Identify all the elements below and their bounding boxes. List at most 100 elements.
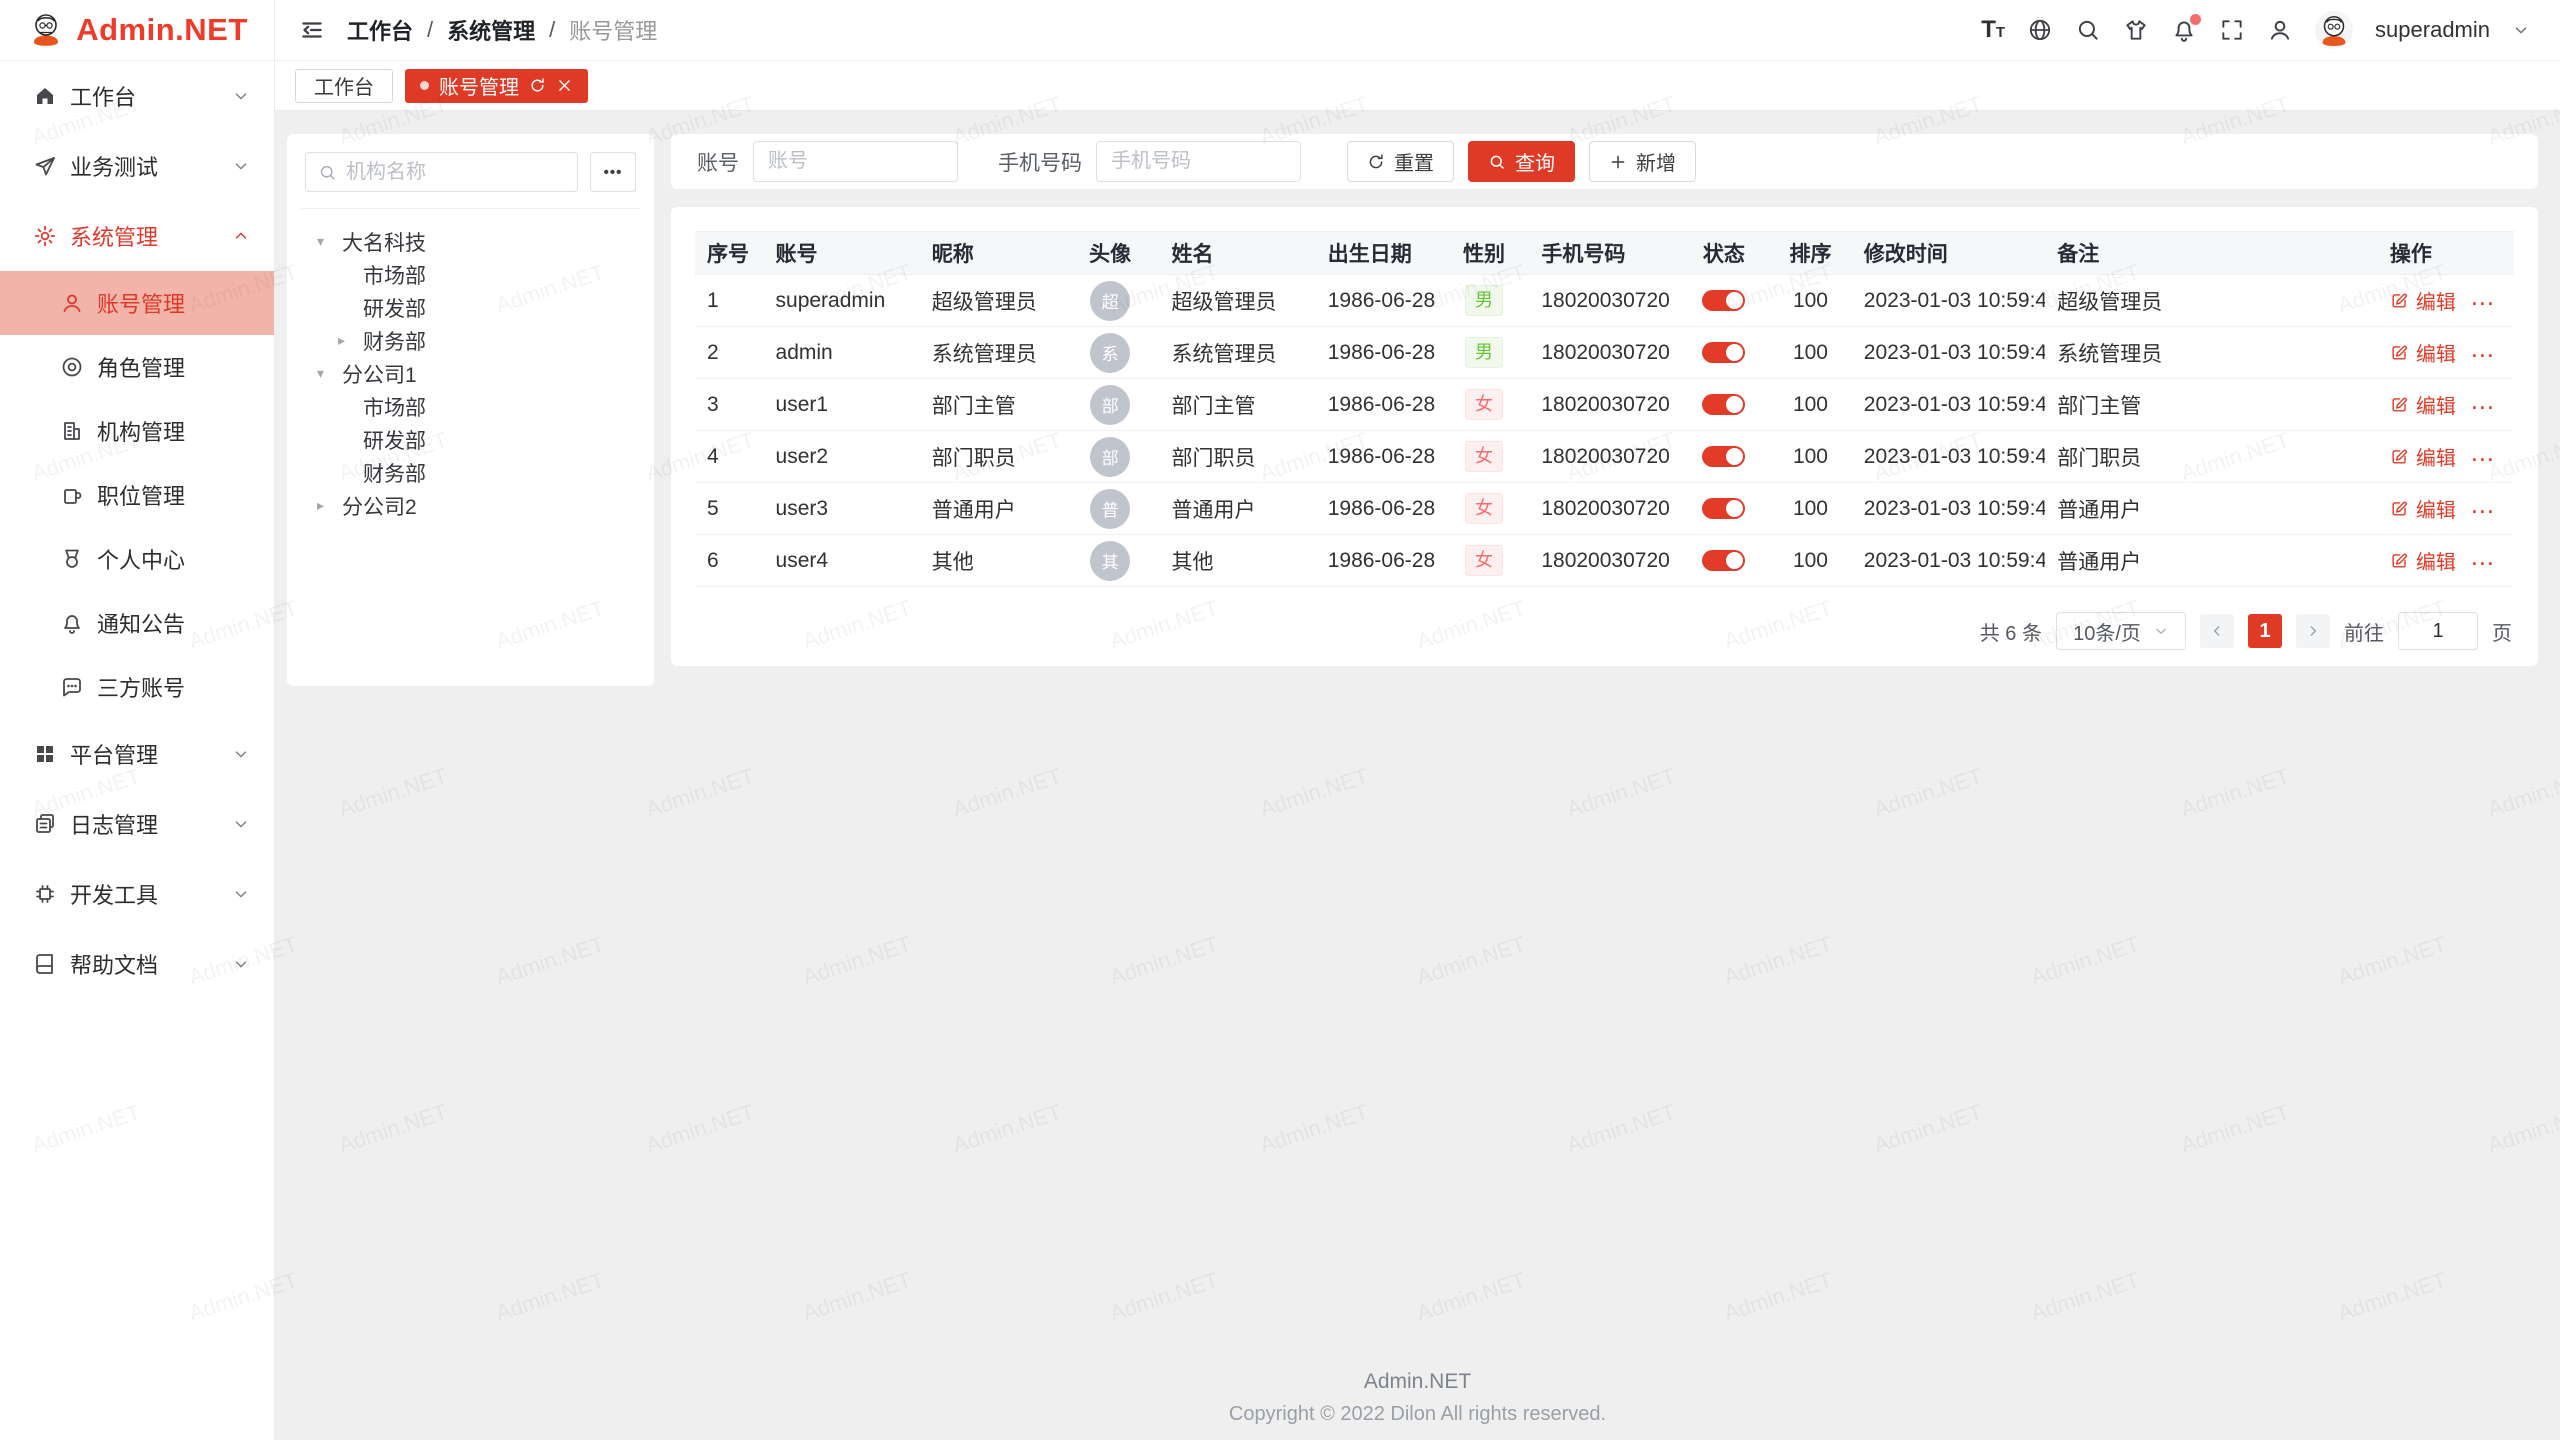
theme-icon[interactable] xyxy=(2123,17,2149,43)
sidebar-item-dev-tools[interactable]: 开发工具 xyxy=(0,859,274,929)
more-actions-button[interactable]: ··· xyxy=(2472,450,2496,470)
edit-button[interactable]: 编辑 xyxy=(2390,546,2456,575)
cell-action: 编辑 ··· xyxy=(2378,327,2514,379)
edit-button[interactable]: 编辑 xyxy=(2390,390,2456,419)
cell-action: 编辑 ··· xyxy=(2378,535,2514,587)
cell-remark: 普通用户 xyxy=(2045,535,2378,587)
caret-expanded-icon[interactable]: ▾ xyxy=(317,233,342,250)
language-icon[interactable] xyxy=(2027,17,2053,43)
tree-node[interactable]: 研发部 xyxy=(301,291,640,324)
more-actions-button[interactable]: ··· xyxy=(2472,294,2496,314)
accounts-table-panel: 序号账号昵称头像姓名出生日期性别手机号码状态排序修改时间备注操作1superad… xyxy=(671,207,2538,666)
page-size-select[interactable]: 10条/页 xyxy=(2056,612,2186,650)
status-toggle[interactable] xyxy=(1702,290,1745,311)
sidebar-item-workbench[interactable]: 工作台 xyxy=(0,61,274,131)
tab-bar: 工作台 账号管理 xyxy=(275,61,2560,111)
tab-account-mgmt[interactable]: 账号管理 xyxy=(405,69,588,103)
tree-node[interactable]: 市场部 xyxy=(301,258,640,291)
notification-icon[interactable] xyxy=(2171,17,2197,43)
edit-button[interactable]: 编辑 xyxy=(2390,494,2456,523)
tree-node[interactable]: ▾分公司1 xyxy=(301,357,640,390)
cell-birth: 1986-06-28 xyxy=(1316,483,1439,535)
fullscreen-icon[interactable] xyxy=(2219,17,2245,43)
caret-expanded-icon[interactable]: ▾ xyxy=(317,365,342,382)
position-icon xyxy=(60,483,84,507)
tree-node[interactable]: ▾大名科技 xyxy=(301,225,640,258)
gender-badge: 女 xyxy=(1465,493,1503,523)
font-size-icon[interactable]: TT xyxy=(1981,18,2005,42)
sidebar-item-profile-center[interactable]: 个人中心 xyxy=(0,527,274,591)
cell-avatar: 超 xyxy=(1061,275,1160,327)
org-search-input[interactable] xyxy=(346,161,565,184)
phone-input[interactable] xyxy=(1096,141,1301,182)
edit-button[interactable]: 编辑 xyxy=(2390,338,2456,367)
phone-label: 手机号码 xyxy=(998,147,1082,177)
user-avatar[interactable] xyxy=(2315,11,2353,49)
prev-page-button[interactable] xyxy=(2200,614,2234,648)
sidebar-item-platform-mgmt[interactable]: 平台管理 xyxy=(0,719,274,789)
refresh-icon[interactable] xyxy=(529,77,546,94)
page-size-value: 10条/页 xyxy=(2073,617,2141,646)
sidebar-item-label: 三方账号 xyxy=(97,671,185,703)
next-page-button[interactable] xyxy=(2296,614,2330,648)
person-icon[interactable] xyxy=(2267,17,2293,43)
table-row: 2admin系统管理员系系统管理员1986-06-28男180200307201… xyxy=(695,327,2514,379)
sidebar-item-third-party-account[interactable]: 三方账号 xyxy=(0,655,274,719)
edit-button[interactable]: 编辑 xyxy=(2390,442,2456,471)
account-input[interactable] xyxy=(753,141,958,182)
cell-seq: 2 xyxy=(695,327,764,379)
username[interactable]: superadmin xyxy=(2375,17,2490,43)
tab-workbench[interactable]: 工作台 xyxy=(295,69,393,103)
tree-node[interactable]: 财务部 xyxy=(301,456,640,489)
tree-node[interactable]: 市场部 xyxy=(301,390,640,423)
sidebar-item-account-mgmt[interactable]: 账号管理 xyxy=(0,271,274,335)
status-toggle[interactable] xyxy=(1702,394,1745,415)
sidebar-item-business-test[interactable]: 业务测试 xyxy=(0,131,274,201)
cell-avatar: 部 xyxy=(1061,431,1160,483)
sidebar-item-org-mgmt[interactable]: 机构管理 xyxy=(0,399,274,463)
goto-page-input[interactable] xyxy=(2398,612,2478,650)
sidebar-item-help-docs[interactable]: 帮助文档 xyxy=(0,929,274,999)
table-row: 3user1部门主管部部门主管1986-06-28女18020030720100… xyxy=(695,379,2514,431)
status-toggle[interactable] xyxy=(1702,498,1745,519)
breadcrumb-item[interactable]: 系统管理 xyxy=(447,14,535,46)
tree-node[interactable]: ▸分公司2 xyxy=(301,489,640,522)
cell-status xyxy=(1678,275,1769,327)
chevron-down-icon[interactable] xyxy=(2512,21,2530,39)
sidebar-item-label: 业务测试 xyxy=(70,150,158,182)
edit-button[interactable]: 编辑 xyxy=(2390,286,2456,315)
sidebar-item-system-mgmt[interactable]: 系统管理 xyxy=(0,201,274,271)
avatar: 部 xyxy=(1090,437,1130,477)
sidebar-item-log-mgmt[interactable]: 日志管理 xyxy=(0,789,274,859)
pagination: 共 6 条 10条/页 1 前往 xyxy=(1980,612,2512,650)
collapse-menu-icon[interactable] xyxy=(299,17,325,43)
chevron-down-icon xyxy=(232,955,250,973)
status-toggle[interactable] xyxy=(1702,550,1745,571)
tree-more-button[interactable]: ••• xyxy=(590,152,636,192)
current-page[interactable]: 1 xyxy=(2248,614,2282,648)
close-icon[interactable] xyxy=(556,77,573,94)
more-actions-button[interactable]: ··· xyxy=(2472,398,2496,418)
search-icon[interactable] xyxy=(2075,17,2101,43)
status-toggle[interactable] xyxy=(1702,446,1745,467)
tree-node[interactable]: 研发部 xyxy=(301,423,640,456)
more-actions-button[interactable]: ··· xyxy=(2472,346,2496,366)
status-toggle[interactable] xyxy=(1702,342,1745,363)
sidebar-item-notice[interactable]: 通知公告 xyxy=(0,591,274,655)
chevron-down-icon xyxy=(232,885,250,903)
query-button[interactable]: 查询 xyxy=(1468,141,1575,182)
caret-collapsed-icon[interactable]: ▸ xyxy=(317,497,342,514)
toggle-knob xyxy=(1726,396,1743,413)
breadcrumb-item[interactable]: 工作台 xyxy=(347,14,413,46)
sidebar-item-role-mgmt[interactable]: 角色管理 xyxy=(0,335,274,399)
add-button[interactable]: 新增 xyxy=(1589,141,1696,182)
reset-button[interactable]: 重置 xyxy=(1347,141,1454,182)
sidebar-item-position-mgmt[interactable]: 职位管理 xyxy=(0,463,274,527)
more-actions-button[interactable]: ··· xyxy=(2472,502,2496,522)
more-actions-button[interactable]: ··· xyxy=(2472,554,2496,574)
tree-node[interactable]: ▸财务部 xyxy=(301,324,640,357)
caret-collapsed-icon[interactable]: ▸ xyxy=(338,332,363,349)
column-header-order: 排序 xyxy=(1769,232,1852,275)
cell-status xyxy=(1678,431,1769,483)
cell-phone: 18020030720 xyxy=(1529,275,1678,327)
